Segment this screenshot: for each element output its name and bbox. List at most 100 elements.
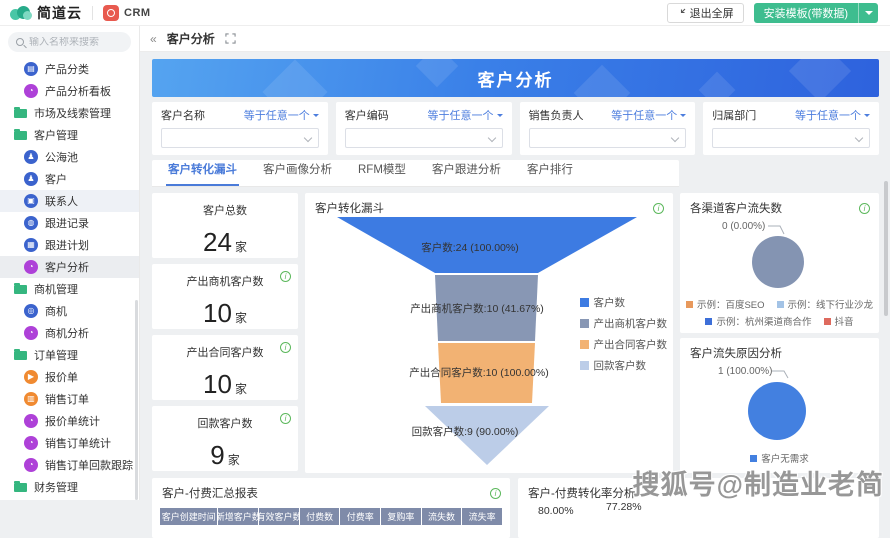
payment-summary-table-header: 客户创建时间 新增客户数 有效客户数 付费数 付费率 复购率 流失数 流失率 [160,508,502,525]
doc-tab-customer-analysis[interactable]: 客户分析 [167,30,215,47]
tab-rfm-model[interactable]: RFM模型 [356,155,408,186]
channel-churn-pie: 0 (0.00%) [680,216,879,298]
sidebar-item-quotation-stats[interactable]: 报价单统计 [0,410,139,432]
main-scrollbar[interactable] [884,181,888,316]
sidebar-item-sales-order-stats[interactable]: 销售订单统计 [0,432,139,454]
sidebar-item-payment-tracking[interactable]: 销售订单回款跟踪 [0,454,139,476]
search-icon [16,38,24,46]
bookmark-icon [24,62,38,76]
svg-text:产出商机客户数:10 (41.67%): 产出商机客户数:10 (41.67%) [410,302,544,315]
caret-down-icon [680,114,686,120]
filter-customer-code: 客户编码 等于任意一个 [336,102,512,155]
sidebar-item-opportunity[interactable]: 商机 [0,300,139,322]
chart-icon [24,414,38,428]
sidebar-search[interactable] [8,32,131,52]
filter-value-select[interactable] [712,128,870,148]
sidebar-group-customer-mgmt[interactable]: 客户管理 [0,124,139,146]
svg-text:1 (100.00%): 1 (100.00%) [718,366,772,377]
sidebar-item-customer-analysis[interactable]: 客户分析 [0,256,139,278]
operator-selector[interactable]: 等于任意一个 [244,107,310,123]
sidebar-group-opportunity-mgmt[interactable]: 商机管理 [0,278,139,300]
folder-icon [14,483,27,492]
install-template-button[interactable]: 安装模板(带数据) [754,3,858,23]
folder-icon [14,351,27,360]
exit-fullscreen-button[interactable]: 退出全屏 [667,3,744,23]
sidebar-group-finance-mgmt[interactable]: 财务管理 [0,476,139,498]
operator-selector[interactable]: 等于任意一个 [611,107,677,123]
sidebar-item-opportunity-analysis[interactable]: 商机分析 [0,322,139,344]
target-icon [24,304,38,318]
legend-item[interactable]: 产出合同客户数 [580,337,668,352]
person-icon [24,172,38,186]
operator-selector[interactable]: 等于任意一个 [428,107,494,123]
sidebar-item-product-analysis-board[interactable]: 产品分析看板 [0,80,139,102]
install-template-dropdown-button[interactable] [858,3,878,23]
tab-conversion-funnel[interactable]: 客户转化漏斗 [166,155,239,186]
sidebar-item-sales-order[interactable]: 销售订单 [0,388,139,410]
fullscreen-expand-icon[interactable] [225,33,236,44]
crm-app-icon [103,5,119,21]
folder-icon [14,131,27,140]
chart-icon [24,326,38,340]
search-input[interactable] [29,37,123,48]
legend-item[interactable]: 示例：线下行业沙龙 [777,297,874,311]
tab-customer-profile[interactable]: 客户画像分析 [261,155,334,186]
folder-icon [14,285,27,294]
legend-item[interactable]: 示例：百度广告-SEM [788,331,879,333]
folder-icon [14,109,27,118]
funnel-chart-card: 客户转化漏斗 客户数:24 (100.00%) 产出商机客户数:10 (41.6… [305,193,673,473]
sidebar-item-public-pool[interactable]: 公海池 [0,146,139,168]
payment-summary-card: 客户-付费汇总报表 客户创建时间 新增客户数 有效客户数 付费数 付费率 复购率… [152,478,510,538]
operator-selector[interactable]: 等于任意一个 [795,107,861,123]
info-icon[interactable] [653,203,664,214]
churn-reason-card: 客户流失原因分析 1 (100.00%) 客户无需求 [680,338,879,473]
funnel-legend: 客户数 产出商机客户数 产出合同客户数 回款客户数 [580,295,668,379]
sidebar-item-quotation[interactable]: 报价单 [0,366,139,388]
tab-followup-analysis[interactable]: 客户跟进分析 [430,155,503,186]
legend-item[interactable]: 示例：产品发布会直播 [680,331,776,333]
contact-card-icon [24,194,38,208]
view-tab-bar: 客户转化漏斗 客户画像分析 RFM模型 客户跟进分析 客户排行 [152,160,679,187]
info-icon[interactable] [280,413,291,424]
sidebar-scrollbar[interactable] [135,300,138,500]
record-icon [24,216,38,230]
legend-item[interactable]: 示例：杭州渠道商合作 [705,314,811,328]
calendar-icon [24,238,38,252]
collapse-sidebar-icon[interactable]: « [146,32,161,46]
info-icon[interactable] [490,488,501,499]
jiandaoyun-logo-icon [10,5,32,21]
svg-text:产出合同客户数:10 (100.00%): 产出合同客户数:10 (100.00%) [409,366,548,379]
chart-icon [24,436,38,450]
legend-item[interactable]: 抖音 [824,314,854,328]
sidebar-item-customer[interactable]: 客户 [0,168,139,190]
legend-item[interactable]: 示例：百度SEO [686,297,765,311]
brand-name: 简道云 [37,3,82,23]
legend-item[interactable]: 产出商机客户数 [580,316,668,331]
conversion-value: 77.28% [606,501,642,513]
doc-tab-strip: « 客户分析 [140,26,890,52]
banner-title: 客户分析 [478,66,554,91]
legend-item[interactable]: 回款客户数 [580,358,668,373]
conversion-value: 80.00% [538,505,574,517]
chart-icon [24,458,38,472]
legend-item[interactable]: 客户数 [580,295,668,310]
svg-text:回款客户数:9 (90.00%): 回款客户数:9 (90.00%) [412,425,519,438]
filter-value-select[interactable] [161,128,319,148]
sidebar-item-product-category[interactable]: 产品分类 [0,58,139,80]
info-icon[interactable] [280,342,291,353]
filter-customer-name: 客户名称 等于任意一个 [152,102,328,155]
stat-card-total-customers: 客户总数 24家 [152,193,298,258]
info-icon[interactable] [859,203,870,214]
filter-sales-owner: 销售负责人 等于任意一个 [520,102,696,155]
top-bar: 简道云 CRM 退出全屏 安装模板(带数据) [0,0,890,26]
tab-customer-ranking[interactable]: 客户排行 [525,155,575,186]
sidebar-item-followup-plan[interactable]: 跟进计划 [0,234,139,256]
filter-value-select[interactable] [529,128,687,148]
chart-icon [24,84,38,98]
sidebar-group-market-leads[interactable]: 市场及线索管理 [0,102,139,124]
sidebar-item-contacts[interactable]: 联系人 [0,190,139,212]
sidebar-group-order-mgmt[interactable]: 订单管理 [0,344,139,366]
info-icon[interactable] [280,271,291,282]
sidebar-item-followup-records[interactable]: 跟进记录 [0,212,139,234]
filter-value-select[interactable] [345,128,503,148]
